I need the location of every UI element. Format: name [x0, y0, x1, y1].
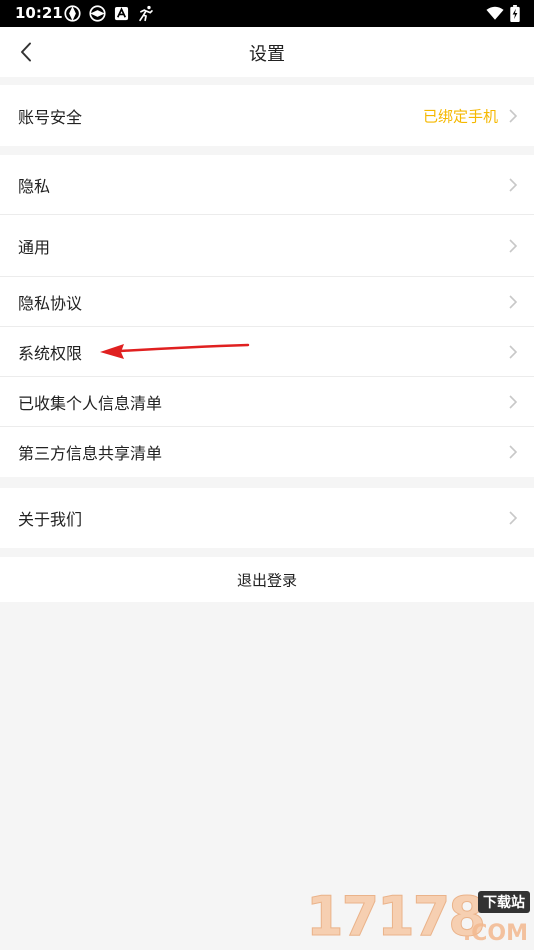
battery-charging-icon	[510, 5, 520, 22]
menu-item-label: 系统权限	[18, 343, 83, 363]
app-a-icon	[114, 6, 129, 21]
menu-item-label: 隐私协议	[18, 293, 83, 313]
account-section: 账号安全 已绑定手机	[0, 85, 534, 146]
chevron-right-icon	[509, 108, 518, 123]
menu-item-label: 通用	[18, 237, 51, 257]
chevron-right-icon	[509, 445, 518, 459]
status-notification-icons	[64, 4, 155, 23]
phone-bound-status: 已绑定手机	[422, 107, 498, 125]
menu-item-third-party-sharing-list[interactable]: 第三方信息共享清单	[0, 427, 534, 477]
site-watermark-logo: 17178 下载站 .COM	[304, 885, 534, 950]
wifi-icon	[486, 6, 504, 20]
menu-item-label: 隐私	[18, 176, 51, 196]
account-security-label: 账号安全	[18, 107, 83, 127]
annotation-arrow-icon	[100, 343, 250, 359]
watermark-suffix: .COM	[462, 921, 528, 946]
menu-item-privacy-agreement[interactable]: 隐私协议	[0, 277, 534, 327]
chevron-right-icon	[509, 511, 518, 525]
status-time: 10:21	[15, 4, 63, 22]
chevron-right-icon	[509, 177, 518, 192]
menu-item-label: 关于我们	[18, 510, 83, 529]
status-bar: 10:21	[0, 0, 534, 27]
aperture-icon	[89, 5, 106, 22]
chevron-right-icon	[509, 238, 518, 253]
running-figure-icon	[139, 5, 153, 22]
about-section: 关于我们	[0, 488, 534, 548]
account-security-row[interactable]: 账号安全 已绑定手机	[0, 85, 534, 146]
chevron-right-icon	[509, 294, 518, 309]
chevron-right-icon	[509, 394, 518, 409]
aperture-icon	[64, 5, 81, 22]
watermark-digits: 17178	[306, 885, 487, 949]
menu-item-general[interactable]: 通用	[0, 215, 534, 277]
status-system-icons	[486, 4, 520, 23]
page-title: 设置	[249, 44, 285, 65]
menu-item-label: 已收集个人信息清单	[18, 393, 163, 413]
nav-bar: 设置	[0, 27, 534, 77]
menu-item-privacy[interactable]: 隐私	[0, 155, 534, 215]
menu-item-about-us[interactable]: 关于我们	[0, 488, 534, 548]
logout-button[interactable]: 退出登录	[0, 557, 534, 602]
logout-label: 退出登录	[236, 571, 297, 589]
settings-menu: 隐私 通用 隐私协议 系统权限 已收集个人信息清单 第三方信息共享清单	[0, 155, 534, 477]
chevron-right-icon	[509, 344, 518, 359]
menu-item-system-permissions[interactable]: 系统权限	[0, 327, 534, 377]
watermark-badge: 下载站	[478, 891, 530, 913]
menu-item-label: 第三方信息共享清单	[18, 444, 163, 463]
menu-item-collected-info-list[interactable]: 已收集个人信息清单	[0, 377, 534, 427]
